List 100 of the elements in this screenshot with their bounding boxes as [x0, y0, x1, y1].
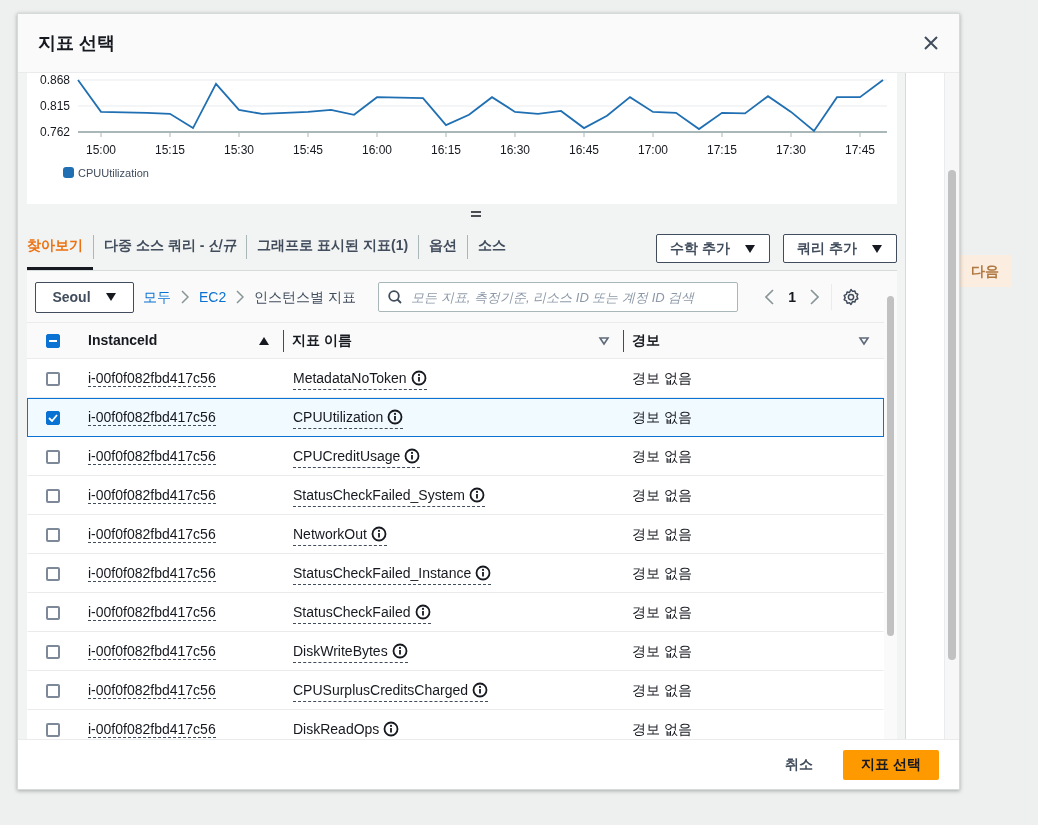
- axis-label: 15:45: [293, 143, 323, 157]
- instance-id[interactable]: i-00f0f082fbd417c56: [88, 370, 216, 387]
- checkbox[interactable]: [46, 683, 60, 698]
- legend-label: CPUUtilization: [78, 167, 149, 179]
- table-cell: 경보 없음: [632, 682, 692, 698]
- metric-name[interactable]: NetworkOut: [293, 523, 387, 546]
- table-cell: 경보 없음: [632, 409, 692, 425]
- metric-name[interactable]: StatusCheckFailed: [293, 601, 431, 624]
- instance-id[interactable]: i-00f0f082fbd417c56: [88, 487, 216, 504]
- add-button[interactable]: 수학 추가: [656, 234, 770, 263]
- breadcrumb-link[interactable]: EC2: [199, 286, 227, 308]
- axis-label: 15:15: [155, 143, 185, 157]
- info-icon[interactable]: [387, 409, 404, 425]
- info-icon[interactable]: [468, 487, 485, 503]
- table-row[interactable]: i-00f0f082fbd417c56 NetworkOut 경보 없음: [27, 515, 884, 554]
- table-cell: 경보 없음: [632, 565, 692, 581]
- info-icon[interactable]: [391, 643, 408, 659]
- tab[interactable]: 그래프로 표시된 지표(1): [247, 223, 419, 270]
- axis-label: 15:30: [224, 143, 254, 157]
- search-field[interactable]: 모든 지표, 측정기준, 리소스 ID 또는 계정 ID 검색: [378, 282, 739, 312]
- axis-label: 0.815: [39, 99, 70, 113]
- metric-name[interactable]: CPUUtilization: [293, 406, 404, 429]
- checkbox[interactable]: [46, 333, 60, 348]
- settings-icon[interactable]: [841, 288, 860, 306]
- checkbox[interactable]: [46, 605, 60, 620]
- metric-name[interactable]: CPUSurplusCreditsCharged: [293, 679, 489, 702]
- info-icon[interactable]: [410, 370, 427, 386]
- metric-name[interactable]: StatusCheckFailed_Instance: [293, 562, 492, 585]
- tab[interactable]: 다중 소스 쿼리 - 신규: [94, 223, 247, 270]
- checkbox[interactable]: [46, 449, 60, 464]
- table-cell: 경보 없음: [632, 526, 692, 542]
- table-row[interactable]: i-00f0f082fbd417c56 CPUUtilization 경보 없음: [27, 398, 884, 437]
- axis-label: 16:30: [500, 143, 530, 157]
- instance-id[interactable]: i-00f0f082fbd417c56: [88, 682, 216, 699]
- region-dropdown[interactable]: Seoul: [35, 281, 134, 313]
- axis-label: 0.762: [39, 125, 70, 139]
- legend-swatch: [63, 167, 74, 178]
- instance-id[interactable]: i-00f0f082fbd417c56: [88, 643, 216, 660]
- tab[interactable]: 소스: [468, 223, 517, 270]
- checkbox[interactable]: [46, 566, 60, 581]
- add-button[interactable]: 쿼리 추가: [783, 234, 897, 263]
- checkbox[interactable]: [46, 644, 60, 659]
- scrollbar-thumb[interactable]: [948, 170, 956, 660]
- close-icon[interactable]: [923, 35, 939, 51]
- axis-label: 16:15: [431, 143, 461, 157]
- info-icon[interactable]: [475, 565, 492, 581]
- chevron-left-icon[interactable]: [765, 289, 775, 305]
- info-icon[interactable]: [472, 682, 489, 698]
- table-row[interactable]: i-00f0f082fbd417c56 StatusCheckFailed_System 경보 없음: [27, 476, 884, 515]
- caret-icon: [743, 243, 756, 254]
- checkbox[interactable]: [46, 722, 60, 737]
- metric-name[interactable]: StatusCheckFailed_System: [293, 484, 485, 507]
- axis-label: 16:45: [569, 143, 599, 157]
- instance-id[interactable]: i-00f0f082fbd417c56: [88, 565, 216, 582]
- column-header[interactable]: 경보: [632, 330, 660, 351]
- axis-label: 17:00: [638, 143, 668, 157]
- axis-label: 17:45: [845, 143, 875, 157]
- table-row[interactable]: i-00f0f082fbd417c56 DiskReadOps 경보 없음: [27, 710, 884, 739]
- chevron-right-icon[interactable]: [809, 289, 819, 305]
- metric-name[interactable]: DiskWriteBytes: [293, 640, 408, 663]
- metric-name[interactable]: MetadataNoToken: [293, 367, 427, 390]
- table-row[interactable]: i-00f0f082fbd417c56 CPUCreditUsage 경보 없음: [27, 437, 884, 476]
- checkbox[interactable]: [46, 410, 60, 425]
- drag-handle-icon[interactable]: [470, 209, 482, 218]
- instance-id[interactable]: i-00f0f082fbd417c56: [88, 409, 216, 426]
- chevron-right-icon: [181, 290, 189, 304]
- metric-name[interactable]: CPUCreditUsage: [293, 445, 421, 468]
- table-row[interactable]: i-00f0f082fbd417c56 MetadataNoToken 경보 없음: [27, 359, 884, 398]
- breadcrumb-link[interactable]: 모두: [143, 286, 171, 308]
- axis-label: 17:30: [776, 143, 806, 157]
- checkbox[interactable]: [46, 371, 60, 386]
- breadcrumb-current: 인스턴스별 지표: [254, 287, 357, 307]
- table-row[interactable]: i-00f0f082fbd417c56 StatusCheckFailed 경보 없음: [27, 593, 884, 632]
- info-icon[interactable]: [404, 448, 421, 464]
- instance-id[interactable]: i-00f0f082fbd417c56: [88, 721, 216, 738]
- chevron-right-icon: [236, 290, 245, 304]
- info-icon[interactable]: [370, 526, 387, 542]
- scrollbar-thumb[interactable]: [887, 296, 894, 636]
- cancel-button[interactable]: 취소: [785, 754, 813, 775]
- column-header[interactable]: InstanceId: [88, 330, 158, 351]
- sort-icon[interactable]: [858, 335, 870, 346]
- checkbox[interactable]: [46, 527, 60, 542]
- table-cell: 경보 없음: [632, 448, 692, 464]
- instance-id[interactable]: i-00f0f082fbd417c56: [88, 604, 216, 621]
- sort-icon[interactable]: [598, 335, 610, 346]
- info-icon[interactable]: [414, 604, 431, 620]
- sort-ascending-icon[interactable]: [258, 335, 270, 346]
- column-header[interactable]: 지표 이름: [292, 330, 352, 351]
- table-row[interactable]: i-00f0f082fbd417c56 StatusCheckFailed_Instance 경보 없음: [27, 554, 884, 593]
- table-row[interactable]: i-00f0f082fbd417c56 DiskWriteBytes 경보 없음: [27, 632, 884, 671]
- confirm-button[interactable]: 지표 선택: [843, 749, 939, 780]
- table-row[interactable]: i-00f0f082fbd417c56 CPUSurplusCreditsCharged 경보 없음: [27, 671, 884, 710]
- axis-label: 15:00: [86, 143, 116, 157]
- instance-id[interactable]: i-00f0f082fbd417c56: [88, 448, 216, 465]
- caret-icon: [104, 292, 117, 302]
- tab[interactable]: 옵션: [419, 223, 468, 270]
- checkbox[interactable]: [46, 488, 60, 503]
- info-icon[interactable]: [383, 721, 400, 737]
- page-number[interactable]: 1: [788, 286, 796, 308]
- instance-id[interactable]: i-00f0f082fbd417c56: [88, 526, 216, 543]
